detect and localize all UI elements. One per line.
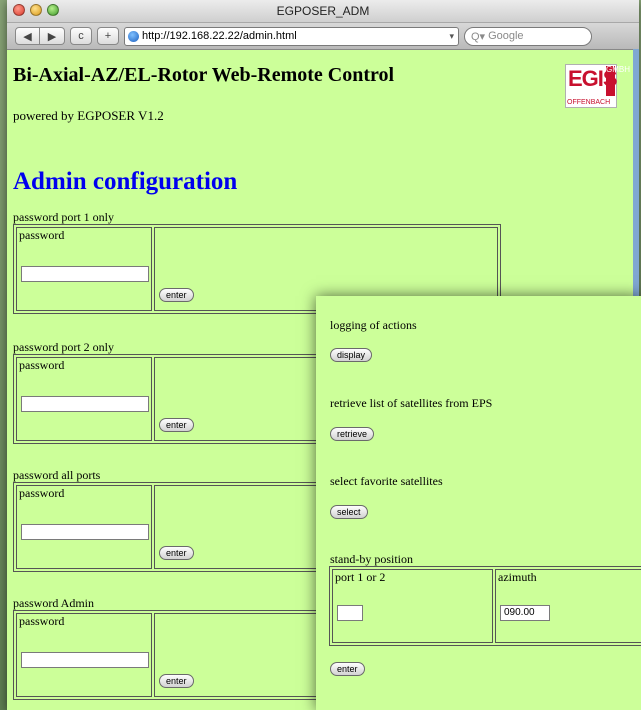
forward-button[interactable]: ▶ — [40, 27, 65, 45]
plus-icon: + — [104, 30, 112, 42]
powered-by-text: powered by EGPOSER V1.2 — [13, 108, 164, 123]
password-cell: password — [16, 227, 152, 311]
address-bar[interactable]: http://192.168.22.22/admin.html ▾ — [124, 26, 459, 46]
scrollbar-thumb[interactable] — [633, 49, 639, 309]
url-text: http://192.168.22.22/admin.html — [142, 30, 297, 42]
password-cell: password — [16, 357, 152, 441]
section-caption: password port 1 only — [13, 210, 114, 224]
password-input[interactable] — [21, 266, 149, 282]
display-button[interactable]: display — [330, 348, 373, 362]
window-titlebar: EGPOSER_ADM — [7, 0, 639, 23]
close-window-button[interactable] — [13, 4, 25, 16]
password-label: password — [19, 486, 65, 500]
password-label: password — [19, 358, 65, 372]
retrieve-label: retrieve list of satellites from EPS — [330, 396, 493, 410]
standby-enter-button[interactable]: enter — [330, 662, 365, 676]
nav-button-group: ◀ ▶ — [15, 27, 65, 45]
azimuth-input[interactable]: 090.00 — [500, 605, 550, 621]
minimize-window-button[interactable] — [30, 4, 42, 16]
azimuth-cell: azimuth 090.00 — [495, 569, 641, 643]
globe-icon — [128, 30, 139, 42]
password-input[interactable] — [21, 652, 149, 668]
logo-sub-text: OFFENBACH — [567, 99, 611, 106]
enter-button[interactable]: enter — [159, 418, 194, 432]
back-arrow-icon: ◀ — [23, 30, 32, 43]
admin-heading: Admin configuration — [13, 168, 238, 195]
favorite-label: select favorite satellites — [330, 474, 443, 488]
forward-arrow-icon: ▶ — [47, 30, 57, 43]
egis-logo: EGIS GMBH OFFENBACH — [565, 64, 630, 108]
back-button[interactable]: ◀ — [15, 27, 40, 45]
logging-label: logging of actions — [330, 318, 417, 332]
zoom-window-button[interactable] — [47, 4, 59, 16]
reload-button[interactable]: c — [70, 27, 92, 45]
dropdown-icon[interactable]: ▾ — [449, 31, 454, 42]
admin-actions-window: logging of actions display retrieve list… — [316, 296, 641, 710]
search-field[interactable]: Q▾ Google — [464, 26, 592, 46]
page-title: Bi-Axial-AZ/EL-Rotor Web-Remote Control — [13, 64, 395, 86]
port-input[interactable] — [337, 605, 363, 621]
standby-table: port 1 or 2 azimuth 090.00 — [329, 566, 641, 646]
add-bookmark-button[interactable]: + — [97, 27, 119, 45]
enter-button[interactable]: enter — [159, 674, 194, 688]
window-controls — [13, 4, 59, 16]
window-title: EGPOSER_ADM — [276, 4, 370, 18]
reload-icon: c — [78, 30, 84, 42]
enter-button[interactable]: enter — [159, 546, 194, 560]
enter-button[interactable]: enter — [159, 288, 194, 302]
retrieve-button[interactable]: retrieve — [330, 427, 375, 441]
password-cell: password — [16, 485, 152, 569]
port-cell: port 1 or 2 — [332, 569, 493, 643]
azimuth-column-label: azimuth — [498, 570, 537, 584]
select-button[interactable]: select — [330, 505, 368, 519]
browser-toolbar: ◀ ▶ c + http://192.168.22.22/admin.html … — [7, 23, 639, 50]
password-cell: password — [16, 613, 152, 697]
search-placeholder: Google — [488, 30, 524, 42]
password-input[interactable] — [21, 396, 149, 412]
logo-side-text: GMBH — [606, 66, 630, 96]
search-icon: Q▾ — [471, 30, 486, 43]
port-column-label: port 1 or 2 — [335, 570, 386, 584]
password-label: password — [19, 614, 65, 628]
password-label: password — [19, 228, 65, 242]
standby-label: stand-by position — [330, 552, 413, 566]
password-input[interactable] — [21, 524, 149, 540]
